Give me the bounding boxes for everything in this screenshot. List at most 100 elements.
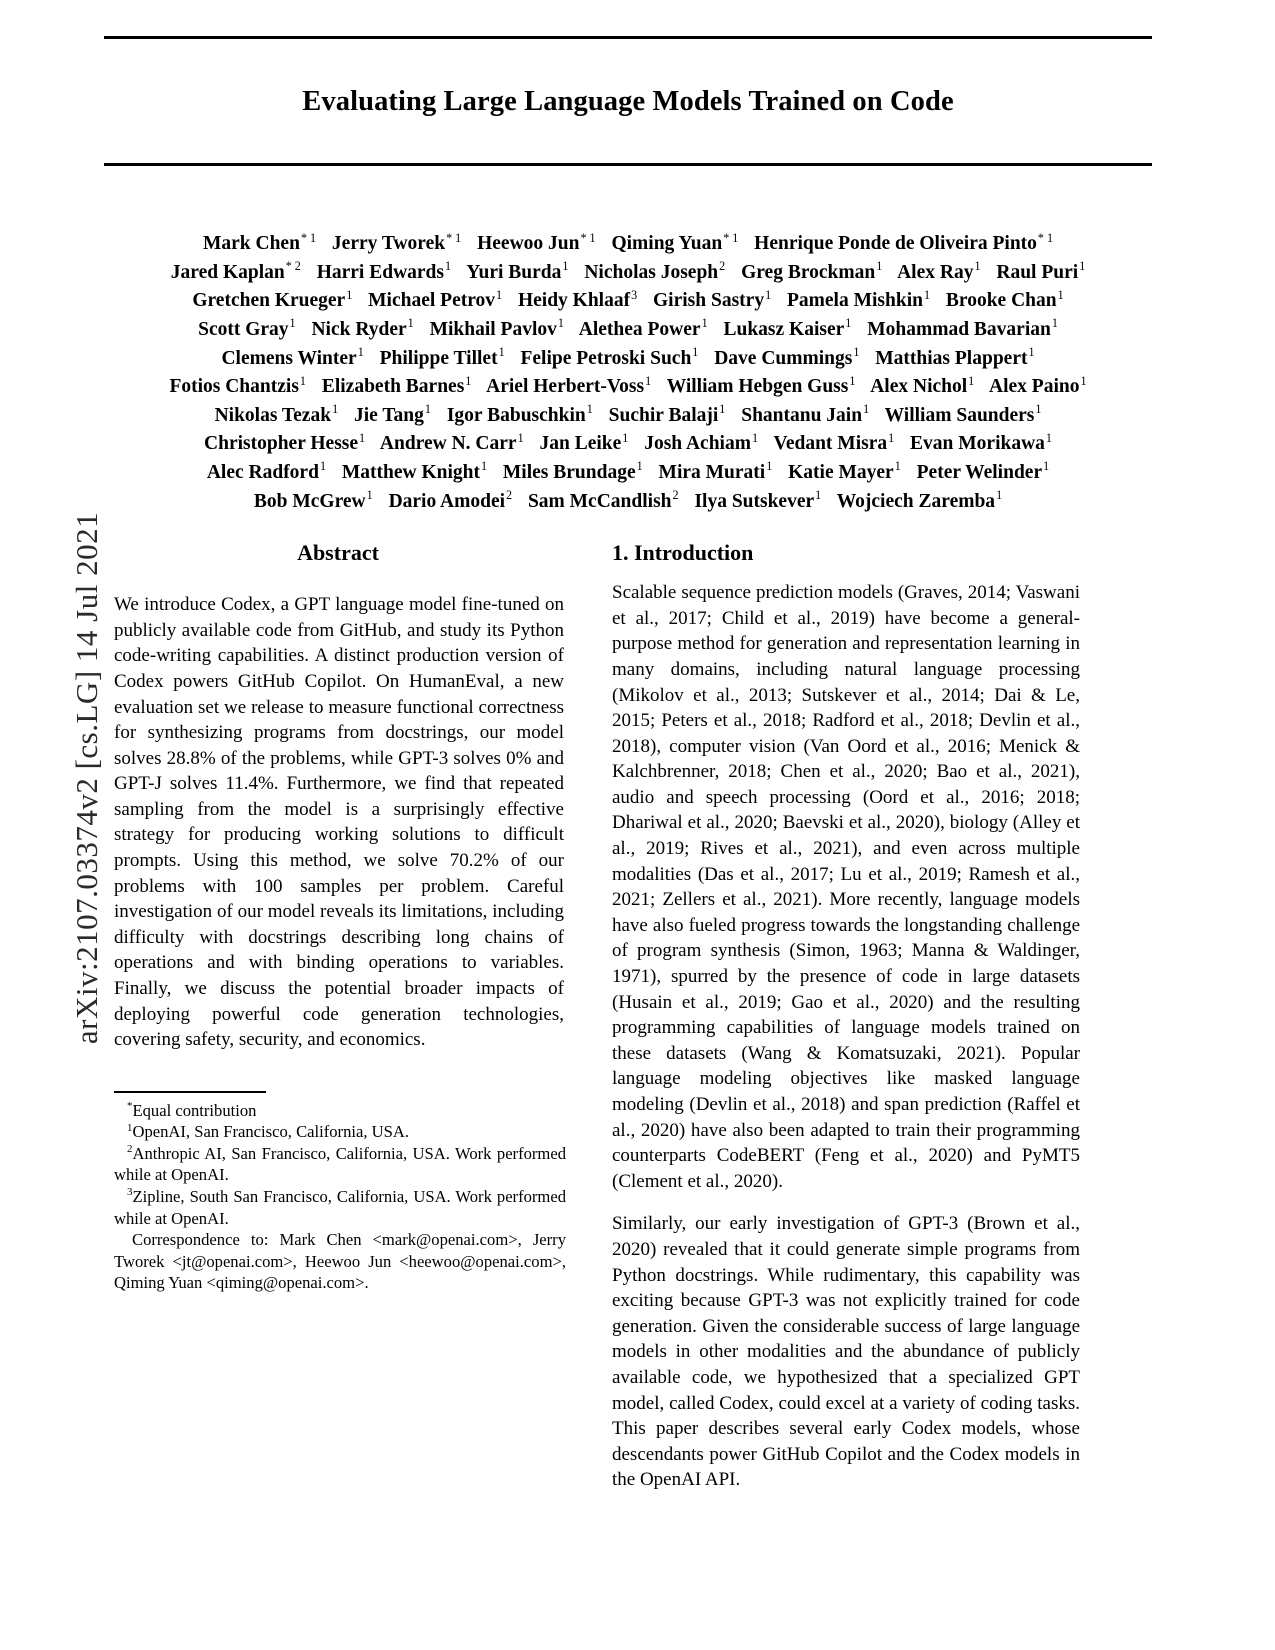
author-marks: 1 xyxy=(1057,287,1064,302)
author-marks: 1 xyxy=(719,402,726,417)
author-name: Alex Paino xyxy=(989,376,1080,398)
title-rule-bottom xyxy=(104,163,1152,167)
author-marks: 1 xyxy=(996,488,1003,503)
author-marks: 1 xyxy=(923,287,931,302)
author-name: Igor Babuschkin xyxy=(446,404,586,426)
author-marks: 1 xyxy=(1045,430,1052,445)
author-name: Andrew N. Carr xyxy=(379,433,517,455)
author-marks: 2 xyxy=(506,488,513,503)
author-name: Peter Welinder xyxy=(916,461,1043,483)
author-name: Alec Radford xyxy=(206,461,319,483)
body-columns: Abstract We introduce Codex, a GPT langu… xyxy=(104,540,1152,1510)
author-marks: 1 xyxy=(359,430,366,445)
author-marks: 1 xyxy=(1080,373,1087,388)
author-name: Matthew Knight xyxy=(341,461,480,483)
author-name: Katie Mayer xyxy=(788,461,894,483)
author-marks: 1 xyxy=(366,488,373,503)
author-name: Yuri Burda xyxy=(466,261,562,283)
author-name: Alex Nichol xyxy=(870,376,968,398)
author-marks: 1 xyxy=(974,259,981,274)
author-name: Jerry Tworek xyxy=(331,233,446,255)
author-name: Elizabeth Barnes xyxy=(321,376,465,398)
author-name: Ariel Herbert-Voss xyxy=(486,376,645,398)
author-name: Heidy Khlaaf xyxy=(517,290,631,312)
author-name: Scott Gray xyxy=(198,318,289,340)
footnote-affiliation-2: 2Anthropic AI, San Francisco, California… xyxy=(114,1143,566,1185)
author-marks: 1 xyxy=(853,345,860,360)
author-name: Nikolas Tezak xyxy=(214,404,332,426)
author-marks: 1 xyxy=(751,430,758,445)
author-marks: 1 xyxy=(894,459,901,474)
author-marks: 1 xyxy=(407,316,414,331)
introduction-paragraph: Similarly, our early investigation of GP… xyxy=(612,1213,1080,1491)
author-marks: 1 xyxy=(888,430,895,445)
author-marks: * 1 xyxy=(446,230,462,245)
author-marks: * 1 xyxy=(1037,230,1054,245)
author-name: Girish Sastry xyxy=(653,290,765,312)
paper-content: Evaluating Large Language Models Trained… xyxy=(104,0,1152,1650)
author-name: Suchir Balaji xyxy=(608,404,719,426)
author-marks: 1 xyxy=(319,459,326,474)
author-marks: 1 xyxy=(968,373,975,388)
author-name: Sam McCandlish xyxy=(527,490,672,512)
author-marks: 1 xyxy=(636,459,643,474)
author-marks: 1 xyxy=(562,259,569,274)
author-marks: 1 xyxy=(498,345,505,360)
author-line: Mark Chen* 1 Jerry Tworek* 1 Heewoo Jun*… xyxy=(104,230,1152,259)
author-marks: 1 xyxy=(1035,402,1042,417)
author-marks: * 1 xyxy=(300,230,317,245)
left-column: Abstract We introduce Codex, a GPT langu… xyxy=(104,540,572,1510)
author-name: Raul Puri xyxy=(996,261,1079,283)
author-name: Nicholas Joseph xyxy=(584,261,719,283)
footnote-rule xyxy=(114,1091,266,1093)
author-name: Michael Petrov xyxy=(368,290,496,312)
author-marks: 1 xyxy=(645,373,652,388)
author-line: Bob McGrew1 Dario Amodei2 Sam McCandlish… xyxy=(104,488,1152,517)
footnote-block: *Equal contribution 1OpenAI, San Francis… xyxy=(114,1091,566,1294)
author-marks: 1 xyxy=(701,316,708,331)
abstract-heading: Abstract xyxy=(297,540,379,566)
author-marks: 1 xyxy=(299,373,306,388)
author-line: Jared Kaplan* 2 Harri Edwards1 Yuri Burd… xyxy=(104,259,1152,288)
author-marks: 1 xyxy=(424,402,431,417)
author-marks: 1 xyxy=(765,287,772,302)
abstract-body: We introduce Codex, a GPT language model… xyxy=(114,594,564,1051)
author-name: Qiming Yuan xyxy=(611,233,723,255)
author-name: Evan Morikawa xyxy=(910,433,1045,455)
author-marks: 1 xyxy=(1028,345,1035,360)
author-marks: * 1 xyxy=(580,230,596,245)
author-name: Dave Cummings xyxy=(714,347,853,369)
author-line: Gretchen Krueger1 Michael Petrov1 Heidy … xyxy=(104,287,1152,316)
author-marks: 1 xyxy=(863,402,870,417)
author-name: Clemens Winter xyxy=(221,347,357,369)
author-name: Henrique Ponde de Oliveira Pinto xyxy=(754,233,1037,255)
author-line: Nikolas Tezak1 Jie Tang1 Igor Babuschkin… xyxy=(104,402,1152,431)
author-name: Ilya Sutskever xyxy=(694,490,815,512)
author-marks: 1 xyxy=(815,488,822,503)
author-name: Felipe Petroski Such xyxy=(520,347,692,369)
right-column: 1. Introduction Scalable sequence predic… xyxy=(612,540,1080,1510)
author-marks: 1 xyxy=(332,402,339,417)
page-title: Evaluating Large Language Models Trained… xyxy=(302,86,954,117)
author-marks: 2 xyxy=(672,488,679,503)
author-name: Mira Murati xyxy=(658,461,766,483)
author-name: Mark Chen xyxy=(202,233,300,255)
author-line: Christopher Hesse1 Andrew N. Carr1 Jan L… xyxy=(104,430,1152,459)
author-marks: 1 xyxy=(465,373,472,388)
footnote-correspondence: Correspondence to: Mark Chen <mark@opena… xyxy=(114,1230,566,1293)
author-block: Mark Chen* 1 Jerry Tworek* 1 Heewoo Jun*… xyxy=(104,192,1152,522)
title-block: Evaluating Large Language Models Trained… xyxy=(104,0,1152,192)
author-marks: * 1 xyxy=(723,230,739,245)
author-marks: 1 xyxy=(517,430,524,445)
author-name: William Hebgen Guss xyxy=(666,376,849,398)
footnote-equal-contribution: *Equal contribution xyxy=(127,1100,257,1120)
author-marks: 1 xyxy=(1079,259,1086,274)
introduction-heading: 1. Introduction xyxy=(612,540,754,566)
author-name: Fotios Chantzis xyxy=(169,376,299,398)
author-marks: 1 xyxy=(1043,459,1050,474)
author-name: Mikhail Pavlov xyxy=(429,318,557,340)
author-name: Christopher Hesse xyxy=(204,433,359,455)
author-marks: 1 xyxy=(586,402,593,417)
author-name: Nick Ryder xyxy=(311,318,407,340)
author-line: Clemens Winter1 Philippe Tillet1 Felipe … xyxy=(104,345,1152,374)
